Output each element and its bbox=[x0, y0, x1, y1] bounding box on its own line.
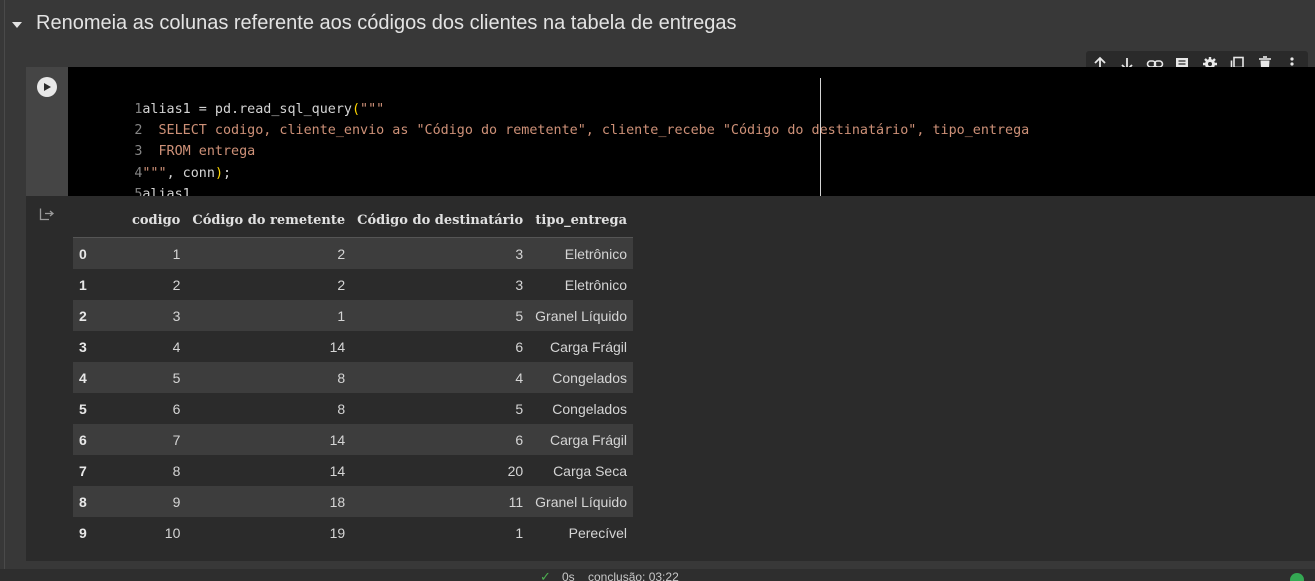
table-cell: 18 bbox=[329, 493, 346, 510]
table-cell: 1 bbox=[515, 524, 524, 541]
code-line-text: alias1 bbox=[142, 187, 191, 196]
table-cell: 6 bbox=[515, 338, 524, 355]
table-cell: 8 bbox=[172, 462, 181, 479]
connection-status-icon[interactable] bbox=[1290, 573, 1304, 581]
column-header: codigo bbox=[131, 212, 181, 228]
table-row: 1 2 2 3 Eletrônico bbox=[73, 269, 633, 300]
table-cell: 9 bbox=[172, 493, 181, 510]
table-cell: 1 bbox=[125, 237, 187, 269]
table-cell: 5 bbox=[515, 400, 524, 417]
table-cell: 2 bbox=[172, 276, 181, 293]
cell-output: codigo Código do remetente Código do desti… bbox=[73, 203, 633, 548]
table-cell: Carga Frágil bbox=[549, 431, 627, 448]
code-cell: 1alias1 = pd.read_sql_query(""" 2 SELECT… bbox=[26, 67, 1315, 561]
table-header-row: codigo Código do remetente Código do desti… bbox=[73, 203, 633, 238]
row-index: 1 bbox=[79, 276, 87, 293]
table-row: 7 8 14 20 Carga Seca bbox=[73, 455, 633, 486]
code-line-text: SELECT codigo, cliente_envio as "Código … bbox=[142, 123, 1030, 138]
section-header: Renomeia as colunas referente aos código… bbox=[0, 0, 1315, 50]
table-cell: 2 bbox=[186, 237, 352, 269]
table-cell: 10 bbox=[164, 524, 181, 541]
table-cell: 4 bbox=[515, 369, 524, 386]
code-line: 2 SELECT codigo, cliente_envio as "Códig… bbox=[68, 99, 1029, 138]
table-cell: 3 bbox=[351, 237, 530, 269]
table-cell: 6 bbox=[172, 400, 181, 417]
cell-gutter bbox=[26, 67, 68, 196]
code-line: 1alias1 = pd.read_sql_query(""" bbox=[68, 78, 384, 117]
column-header: Código do destinatário bbox=[357, 212, 524, 228]
status-text: 0s conclusão: 03:22 bbox=[562, 570, 679, 581]
table-cell: 4 bbox=[172, 338, 181, 355]
status-bar: ✓ 0s conclusão: 03:22 bbox=[0, 569, 1315, 581]
table-row: 6 7 14 6 Carga Frágil bbox=[73, 424, 633, 455]
code-editor[interactable]: 1alias1 = pd.read_sql_query(""" 2 SELECT… bbox=[68, 67, 1315, 196]
table-cell: 3 bbox=[172, 307, 181, 324]
table-row: 5 6 8 5 Congelados bbox=[73, 393, 633, 424]
check-icon: ✓ bbox=[540, 569, 551, 581]
row-index: 2 bbox=[79, 307, 87, 324]
row-index: 3 bbox=[79, 338, 87, 355]
code-line: 5alias1 bbox=[68, 163, 190, 196]
table-cell: Granel Líquido bbox=[535, 307, 627, 324]
table-row: 4 5 8 4 Congelados bbox=[73, 362, 633, 393]
table-cell: 20 bbox=[507, 462, 524, 479]
table-row: 2 3 1 5 Granel Líquido bbox=[73, 300, 633, 331]
row-index: 0 bbox=[73, 237, 126, 269]
table-cell: Eletrônico bbox=[529, 237, 633, 269]
table-cell: 3 bbox=[515, 276, 524, 293]
row-index: 8 bbox=[79, 493, 87, 510]
line-number: 5 bbox=[134, 187, 143, 196]
table-cell: Congelados bbox=[552, 400, 627, 417]
play-icon bbox=[44, 83, 51, 91]
table-cell: 11 bbox=[508, 493, 524, 510]
table-cell: 6 bbox=[515, 431, 524, 448]
table-row: 0 1 2 3 Eletrônico bbox=[73, 237, 633, 269]
dataframe-table: codigo Código do remetente Código do desti… bbox=[73, 203, 633, 548]
row-index: 7 bbox=[79, 462, 87, 479]
run-cell-button[interactable] bbox=[37, 77, 57, 97]
table-cell: 8 bbox=[337, 369, 346, 386]
text-cursor bbox=[820, 78, 821, 196]
table-cell: 19 bbox=[329, 524, 346, 541]
table-cell: 8 bbox=[337, 400, 346, 417]
left-border bbox=[4, 0, 5, 581]
table-cell: 2 bbox=[337, 276, 346, 293]
output-actions-icon[interactable] bbox=[39, 207, 55, 221]
row-index: 4 bbox=[79, 369, 87, 386]
table-cell: Perecível bbox=[568, 524, 627, 541]
table-cell: Carga Seca bbox=[553, 462, 627, 479]
index-header bbox=[73, 203, 126, 238]
code-line: 4""", conn); bbox=[68, 142, 231, 181]
table-cell: 5 bbox=[172, 369, 181, 386]
table-cell: 7 bbox=[172, 431, 181, 448]
table-row: 9 10 19 1 Perecível bbox=[73, 517, 633, 548]
column-header: tipo_entrega bbox=[535, 212, 627, 228]
column-header: Código do remetente bbox=[192, 212, 346, 228]
table-row: 3 4 14 6 Carga Frágil bbox=[73, 331, 633, 362]
table-cell: Eletrônico bbox=[564, 276, 627, 293]
table-cell: Carga Frágil bbox=[549, 338, 627, 355]
code-line: 3 FROM entrega bbox=[68, 120, 255, 159]
table-cell: Granel Líquido bbox=[535, 493, 627, 510]
table-row: 8 9 18 11 Granel Líquido bbox=[73, 486, 633, 517]
row-index: 5 bbox=[79, 400, 87, 417]
table-cell: 5 bbox=[515, 307, 524, 324]
table-cell: 14 bbox=[329, 431, 346, 448]
collapse-caret-icon[interactable] bbox=[10, 18, 24, 32]
section-title: Renomeia as colunas referente aos código… bbox=[36, 12, 737, 34]
table-cell: Congelados bbox=[552, 369, 627, 386]
row-index: 6 bbox=[79, 431, 87, 448]
table-cell: 14 bbox=[329, 462, 346, 479]
table-cell: 1 bbox=[337, 307, 346, 324]
row-index: 9 bbox=[79, 524, 87, 541]
table-cell: 14 bbox=[329, 338, 346, 355]
